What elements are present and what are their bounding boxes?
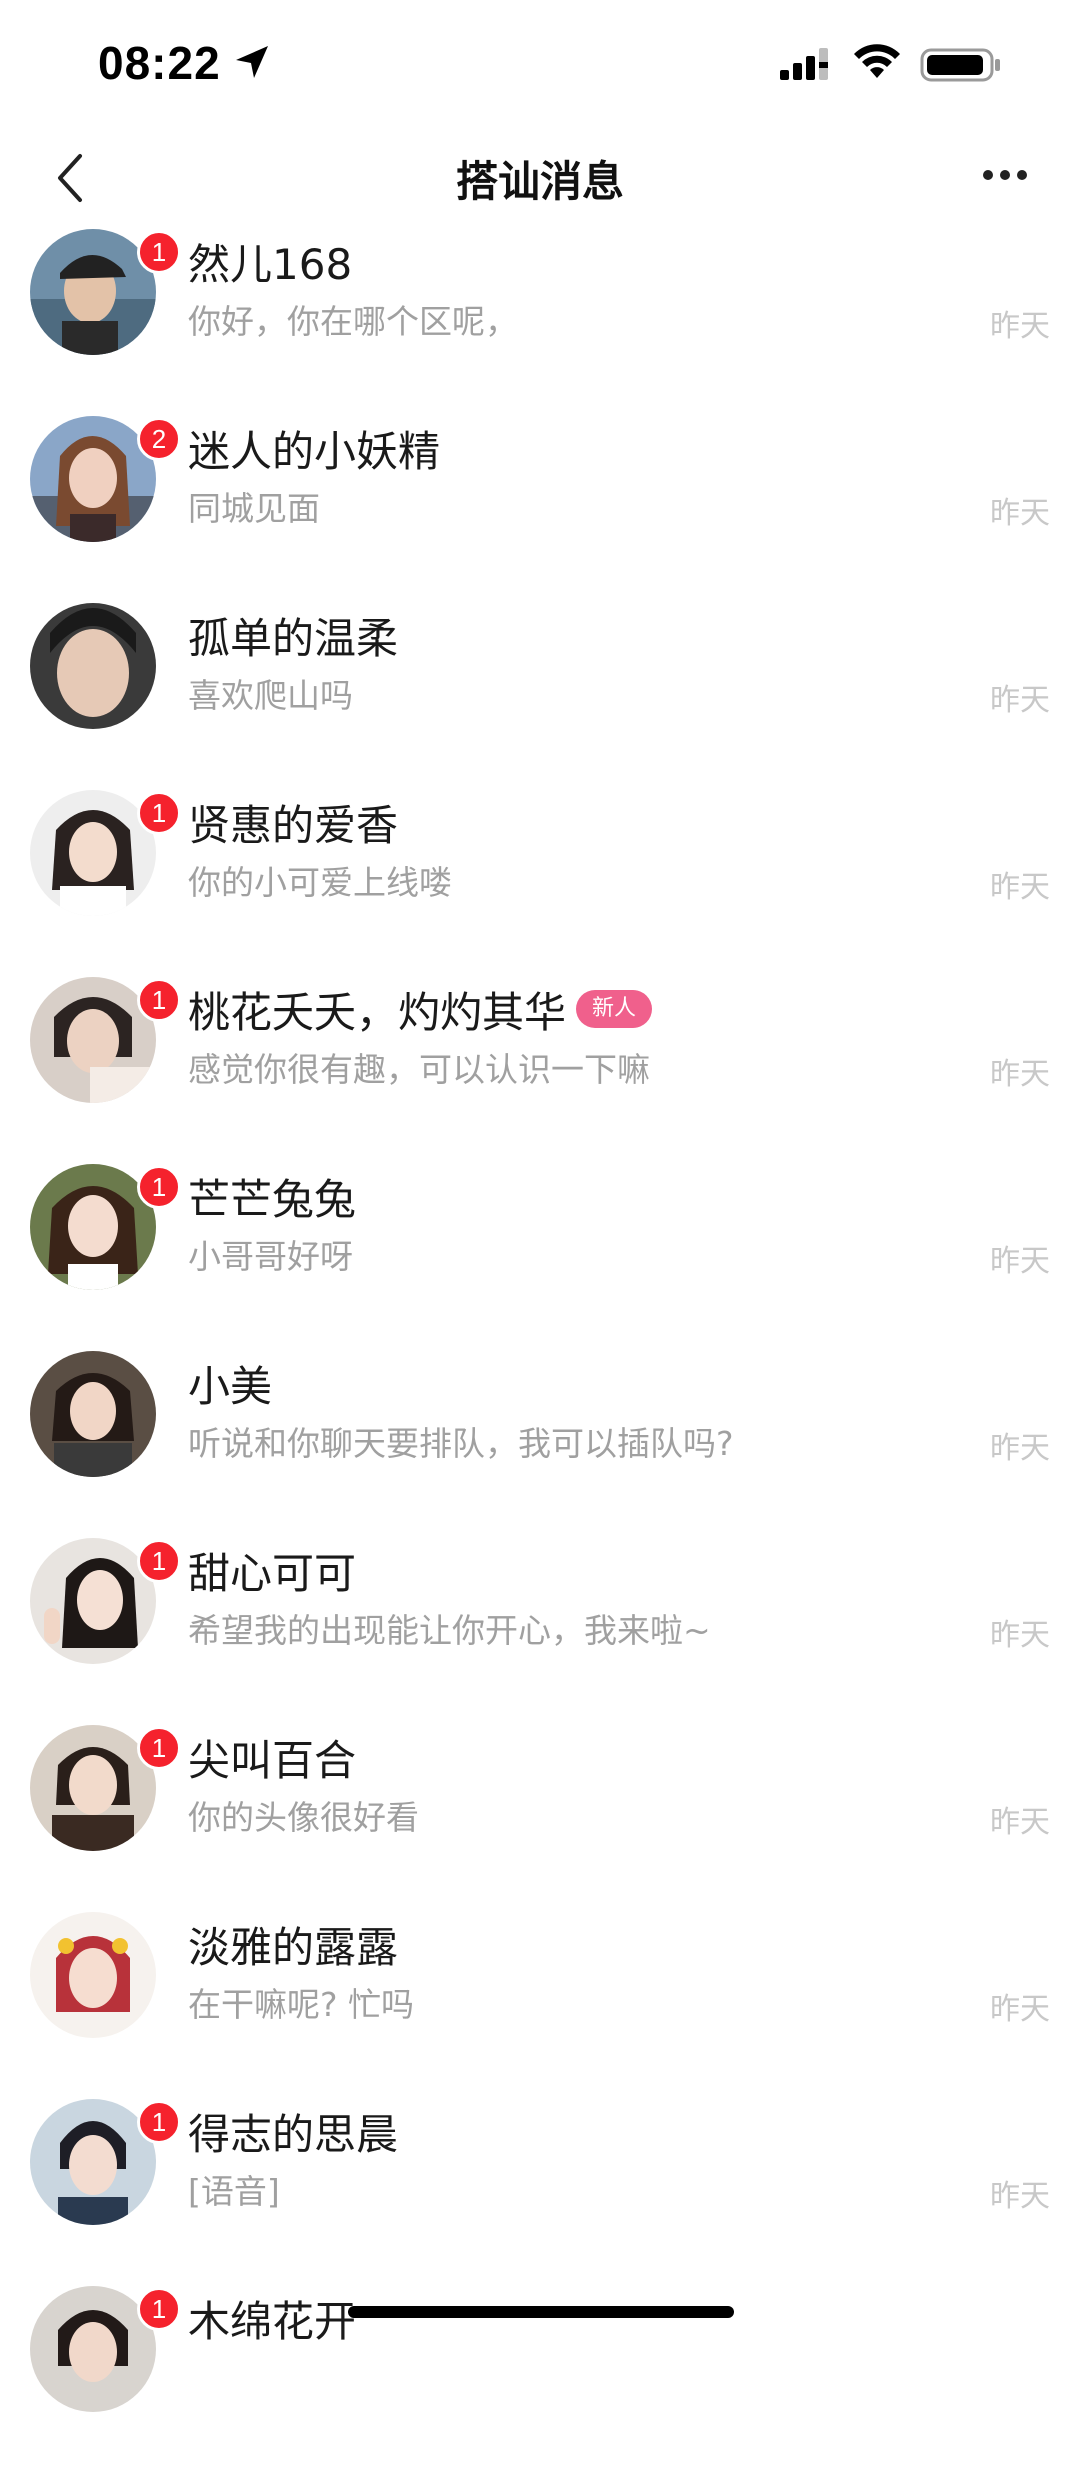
message-time: 昨天 xyxy=(990,1244,1050,1279)
status-time: 08:22 xyxy=(98,37,221,89)
unread-badge: 1 xyxy=(137,230,181,274)
message-time: 昨天 xyxy=(990,870,1050,905)
message-time: 昨天 xyxy=(990,496,1050,531)
unread-badge: 1 xyxy=(137,2100,181,2144)
contact-name: 得志的思晨 xyxy=(188,2109,399,2159)
unread-badge: 1 xyxy=(137,1165,181,1209)
message-preview: 同城见面 xyxy=(188,489,320,528)
message-item[interactable]: 1 甜心可可 希望我的出现能让你开心，我来啦~ 昨天 xyxy=(0,1534,1080,1721)
contact-name: 然儿168 xyxy=(188,239,353,289)
avatar xyxy=(30,603,156,729)
status-bar: 08:22 xyxy=(0,0,1080,130)
message-preview: 希望我的出现能让你开心，我来啦~ xyxy=(188,1611,711,1650)
message-time: 昨天 xyxy=(990,2179,1050,2214)
message-item[interactable]: 孤单的温柔 喜欢爬山吗 昨天 xyxy=(0,599,1080,786)
unread-badge: 1 xyxy=(137,1726,181,1770)
avatar xyxy=(30,1912,156,2038)
message-preview: 小哥哥好呀 xyxy=(188,1237,353,1276)
unread-badge: 1 xyxy=(137,2287,181,2331)
avatar xyxy=(30,1351,156,1477)
message-preview: 在干嘛呢? 忙吗 xyxy=(188,1985,415,2024)
contact-name: 甜心可可 xyxy=(188,1548,357,1598)
location-arrow-icon xyxy=(236,46,268,78)
message-item[interactable]: 2 迷人的小妖精 同城见面 昨天 xyxy=(0,412,1080,599)
page-title: 搭讪消息 xyxy=(455,157,624,206)
message-time: 昨天 xyxy=(990,1057,1050,1092)
message-time: 昨天 xyxy=(990,683,1050,718)
message-item[interactable]: 1 贤惠的爱香 你的小可爱上线喽 昨天 xyxy=(0,786,1080,973)
message-time: 昨天 xyxy=(990,1805,1050,1840)
battery-icon xyxy=(920,48,1000,82)
message-item[interactable]: 1 然儿168 你好，你在哪个区呢， 昨天 xyxy=(0,225,1080,412)
message-preview: 听说和你聊天要排队，我可以插队吗? xyxy=(188,1424,734,1463)
home-indicator[interactable] xyxy=(348,2306,734,2318)
contact-name: 桃花夭夭，灼灼其华 xyxy=(188,987,567,1037)
contact-name: 尖叫百合 xyxy=(188,1735,357,1785)
message-preview: 你的头像很好看 xyxy=(188,1798,419,1837)
message-preview: 感觉你很有趣，可以认识一下嘛 xyxy=(188,1050,650,1089)
contact-name: 木绵花开 xyxy=(188,2296,357,2346)
message-item[interactable]: 1 桃花夭夭，灼灼其华 新人 感觉你很有趣，可以认识一下嘛 昨天 xyxy=(0,973,1080,1160)
wifi-icon xyxy=(854,44,900,78)
unread-badge: 1 xyxy=(137,978,181,1022)
message-preview: [语音] xyxy=(188,2172,280,2211)
contact-name: 贤惠的爱香 xyxy=(188,800,399,850)
contact-name: 小美 xyxy=(188,1361,273,1411)
unread-badge: 2 xyxy=(137,417,181,461)
unread-badge: 1 xyxy=(137,1539,181,1583)
cellular-signal-icon xyxy=(780,48,828,80)
message-time: 昨天 xyxy=(990,1618,1050,1653)
message-item[interactable]: 小美 听说和你聊天要排队，我可以插队吗? 昨天 xyxy=(0,1347,1080,1534)
message-item[interactable]: 1 芒芒兔兔 小哥哥好呀 昨天 xyxy=(0,1160,1080,1347)
new-user-tag: 新人 xyxy=(576,990,653,1028)
message-preview: 你的小可爱上线喽 xyxy=(188,863,452,902)
contact-name: 芒芒兔兔 xyxy=(188,1174,357,1224)
contact-name: 淡雅的露露 xyxy=(188,1922,399,1972)
unread-badge: 1 xyxy=(137,791,181,835)
more-options-icon[interactable] xyxy=(980,160,1030,190)
message-item[interactable]: 1 得志的思晨 [语音] 昨天 xyxy=(0,2095,1080,2282)
message-time: 昨天 xyxy=(990,1431,1050,1466)
contact-name: 孤单的温柔 xyxy=(188,613,399,663)
message-item[interactable]: 1 尖叫百合 你的头像很好看 昨天 xyxy=(0,1721,1080,1908)
contact-name: 迷人的小妖精 xyxy=(188,426,441,476)
message-item[interactable]: 淡雅的露露 在干嘛呢? 忙吗 昨天 xyxy=(0,1908,1080,2095)
message-time: 昨天 xyxy=(990,309,1050,344)
nav-header: 搭讪消息 xyxy=(0,130,1080,230)
message-preview: 喜欢爬山吗 xyxy=(188,676,353,715)
message-preview: 你好，你在哪个区呢， xyxy=(188,302,518,341)
message-time: 昨天 xyxy=(990,1992,1050,2027)
